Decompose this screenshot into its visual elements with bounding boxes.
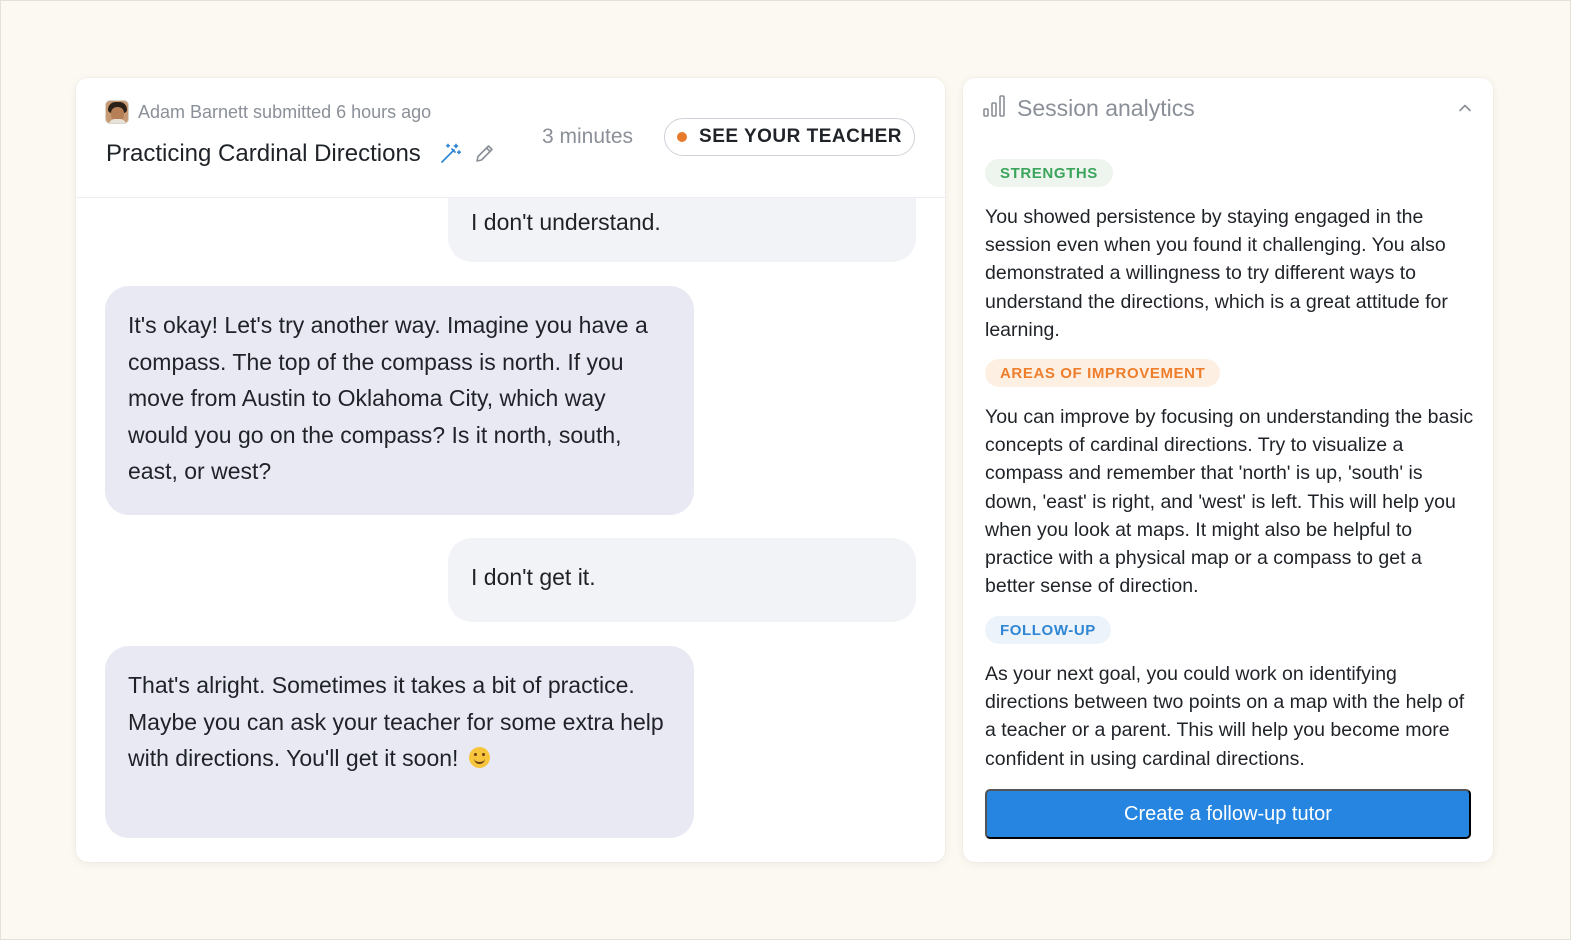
follow-up-text: As your next goal, you could work on ide… [985, 663, 1465, 770]
analytics-header[interactable]: Session analytics [982, 94, 1195, 123]
session-analytics-panel: Session analytics STRENGTHS You showed p… [963, 78, 1493, 862]
message-text: It's okay! Let's try another way. Imagin… [128, 312, 648, 484]
bar-chart-icon [982, 94, 1006, 123]
chat-header: Adam Barnett submitted 6 hours ago Pract… [76, 78, 945, 198]
user-message: I don't get it. [448, 538, 916, 622]
submitter-text: Adam Barnett submitted 6 hours ago [138, 101, 432, 122]
magic-wand-icon[interactable] [439, 143, 461, 165]
follow-up-tag: FOLLOW-UP [985, 616, 1111, 644]
page-title: Practicing Cardinal Directions [106, 140, 421, 167]
smiling-face-emoji-icon [468, 747, 490, 768]
chevron-up-icon[interactable] [1457, 100, 1473, 121]
see-your-teacher-button[interactable]: SEE YOUR TEACHER [664, 118, 915, 156]
strengths-text: You showed persistence by staying engage… [985, 206, 1448, 341]
submitter-row: Adam Barnett submitted 6 hours ago [105, 100, 431, 124]
status-dot [677, 132, 688, 142]
pencil-icon[interactable] [473, 143, 495, 165]
analytics-title: Session analytics [1017, 95, 1195, 121]
strengths-tag: STRENGTHS [985, 159, 1113, 187]
session-duration: 3 minutes [542, 125, 634, 148]
see-your-teacher-label: SEE YOUR TEACHER [699, 126, 902, 147]
create-follow-up-tutor-button[interactable]: Create a follow-up tutor [985, 789, 1471, 839]
improvement-tag: AREAS OF IMPROVEMENT [985, 359, 1221, 387]
message-text: That's alright. Sometimes it takes a bit… [128, 672, 664, 771]
message-text: I don't get it. [471, 564, 596, 590]
tutor-message: That's alright. Sometimes it takes a bit… [105, 646, 694, 838]
avatar [105, 100, 129, 124]
title-actions [439, 143, 495, 165]
chat-panel: Adam Barnett submitted 6 hours ago Pract… [76, 78, 945, 862]
session-title-row: Practicing Cardinal Directions [106, 140, 495, 168]
user-message: I don't understand. [448, 198, 916, 262]
message-text: I don't understand. [471, 209, 661, 235]
message-list[interactable]: I don't understand. It's okay! Let's try… [76, 198, 945, 862]
improvement-text: You can improve by focusing on understan… [985, 406, 1474, 598]
tutor-message: It's okay! Let's try another way. Imagin… [105, 286, 694, 515]
